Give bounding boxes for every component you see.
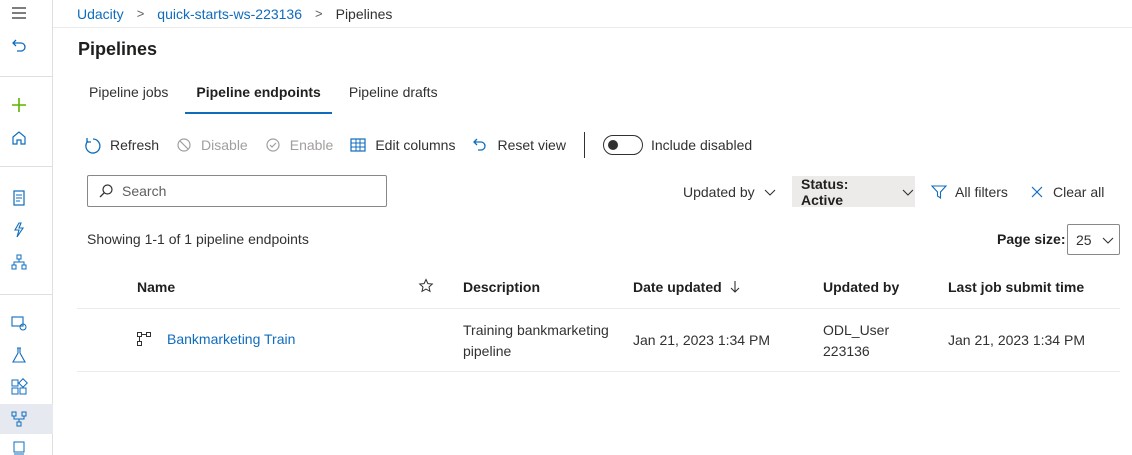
updated-by-filter-label: Updated by: [683, 183, 755, 200]
refresh-label: Refresh: [110, 137, 160, 153]
pipelines-icon[interactable]: [8, 408, 30, 430]
rail-divider: [0, 294, 53, 295]
updated-by-line: 223136: [823, 343, 870, 359]
refresh-button[interactable]: Refresh: [84, 136, 159, 154]
page-size-value: 25: [1076, 231, 1092, 248]
refresh-icon: [85, 138, 101, 154]
description-line: pipeline: [463, 343, 512, 359]
reset-view-label: Reset view: [497, 137, 566, 153]
enable-label: Enable: [289, 137, 334, 153]
disable-label: Disable: [201, 137, 248, 153]
breadcrumb-separator: >: [315, 6, 323, 21]
breadcrumb-workspace-org[interactable]: Udacity: [77, 6, 124, 22]
command-toolbar: Refresh Disable Enable Edit columns Rese…: [84, 132, 752, 158]
experiments-icon[interactable]: [8, 344, 30, 366]
tab-bar: Pipeline jobs Pipeline endpoints Pipelin…: [78, 80, 455, 114]
pipeline-endpoint-icon: [136, 331, 152, 353]
tab-pipeline-drafts[interactable]: Pipeline drafts: [338, 80, 449, 114]
pipeline-endpoint-name-link[interactable]: Bankmarketing Train: [167, 329, 295, 350]
rail-divider: [0, 76, 53, 77]
edit-columns-label: Edit columns: [375, 137, 456, 153]
include-disabled-label: Include disabled: [650, 137, 753, 153]
automl-icon[interactable]: [8, 219, 30, 241]
column-header-last-job-submit-time[interactable]: Last job submit time: [948, 279, 1084, 295]
edit-columns-button[interactable]: Edit columns: [349, 136, 455, 154]
status-filter-label: Status: Active: [801, 175, 849, 208]
components-icon[interactable]: [8, 376, 30, 398]
date-updated-cell: Jan 21, 2023 1:34 PM: [633, 332, 770, 348]
chevron-down-icon: [764, 189, 775, 196]
notebooks-icon[interactable]: [8, 187, 30, 209]
designer-icon[interactable]: [8, 251, 30, 273]
enable-button[interactable]: Enable: [264, 136, 334, 154]
updated-by-line: ODL_User: [823, 322, 890, 338]
column-header-updated-by[interactable]: Updated by: [823, 279, 899, 295]
breadcrumb: Udacity > quick-starts-ws-223136 > Pipel…: [53, 0, 1132, 28]
data-icon[interactable]: [8, 312, 30, 334]
page-size-label: Page size:: [997, 231, 1066, 247]
filter-icon: [931, 184, 947, 199]
updated-by-cell: ODL_User 223136: [823, 320, 889, 362]
create-new-icon[interactable]: [8, 94, 30, 116]
clear-all-label: Clear all: [1053, 183, 1105, 200]
breadcrumb-separator: >: [136, 6, 145, 21]
favorite-column-header[interactable]: [418, 278, 434, 294]
star-icon: [418, 278, 434, 293]
page-size-dropdown[interactable]: 25: [1067, 224, 1120, 255]
table-row[interactable]: Bankmarketing Train Training bankmarketi…: [77, 309, 1120, 372]
reset-view-button[interactable]: Reset view: [471, 136, 566, 154]
column-header-date-updated[interactable]: Date updated: [633, 279, 742, 295]
environments-icon[interactable]: [8, 438, 30, 455]
page-title: Pipelines: [78, 39, 158, 59]
last-job-submit-time-cell: Jan 21, 2023 1:34 PM: [948, 332, 1085, 348]
search-input[interactable]: [122, 183, 372, 199]
home-icon[interactable]: [8, 127, 30, 149]
breadcrumb-workspace[interactable]: quick-starts-ws-223136: [157, 6, 302, 22]
column-header-date-updated-label: Date updated: [633, 279, 722, 295]
back-arrow-icon[interactable]: [8, 34, 30, 56]
breadcrumb-current: Pipelines: [335, 5, 393, 22]
clear-all-button[interactable]: Clear all: [1030, 176, 1104, 207]
undo-icon: [473, 138, 487, 151]
updated-by-filter[interactable]: Updated by: [683, 176, 777, 207]
column-header-name[interactable]: Name: [137, 279, 175, 295]
disable-button[interactable]: Disable: [175, 136, 248, 154]
search-icon: [99, 184, 113, 198]
table-columns-icon: [350, 138, 366, 152]
block-icon: [177, 138, 191, 152]
left-nav-rail: [0, 0, 53, 455]
results-summary: Showing 1-1 of 1 pipeline endpoints: [87, 231, 309, 247]
pipeline-endpoint-name: Bankmarketing Train: [167, 331, 296, 347]
all-filters-button[interactable]: All filters: [931, 176, 1008, 207]
column-header-description[interactable]: Description: [463, 279, 540, 295]
all-filters-label: All filters: [955, 183, 1008, 200]
status-filter[interactable]: Status: Active: [792, 175, 915, 208]
rail-divider: [0, 166, 53, 167]
toolbar-divider: [583, 132, 585, 158]
close-icon: [1031, 186, 1043, 197]
checkmark-circle-icon: [266, 138, 280, 152]
pipeline-endpoint-description: Training bankmarketing pipeline: [463, 320, 609, 362]
search-box: [87, 175, 387, 207]
table-header-row: Name Description Date updated Updated by…: [77, 266, 1120, 309]
tab-pipeline-endpoints[interactable]: Pipeline endpoints: [185, 80, 333, 114]
sort-descending-icon: [730, 281, 740, 293]
include-disabled-toggle[interactable]: [602, 135, 643, 155]
chevron-down-icon: [1102, 237, 1113, 244]
tab-pipeline-jobs[interactable]: Pipeline jobs: [78, 80, 179, 114]
hamburger-menu-icon[interactable]: [8, 2, 30, 24]
chevron-down-icon: [902, 189, 914, 196]
description-line: Training bankmarketing: [463, 322, 609, 338]
